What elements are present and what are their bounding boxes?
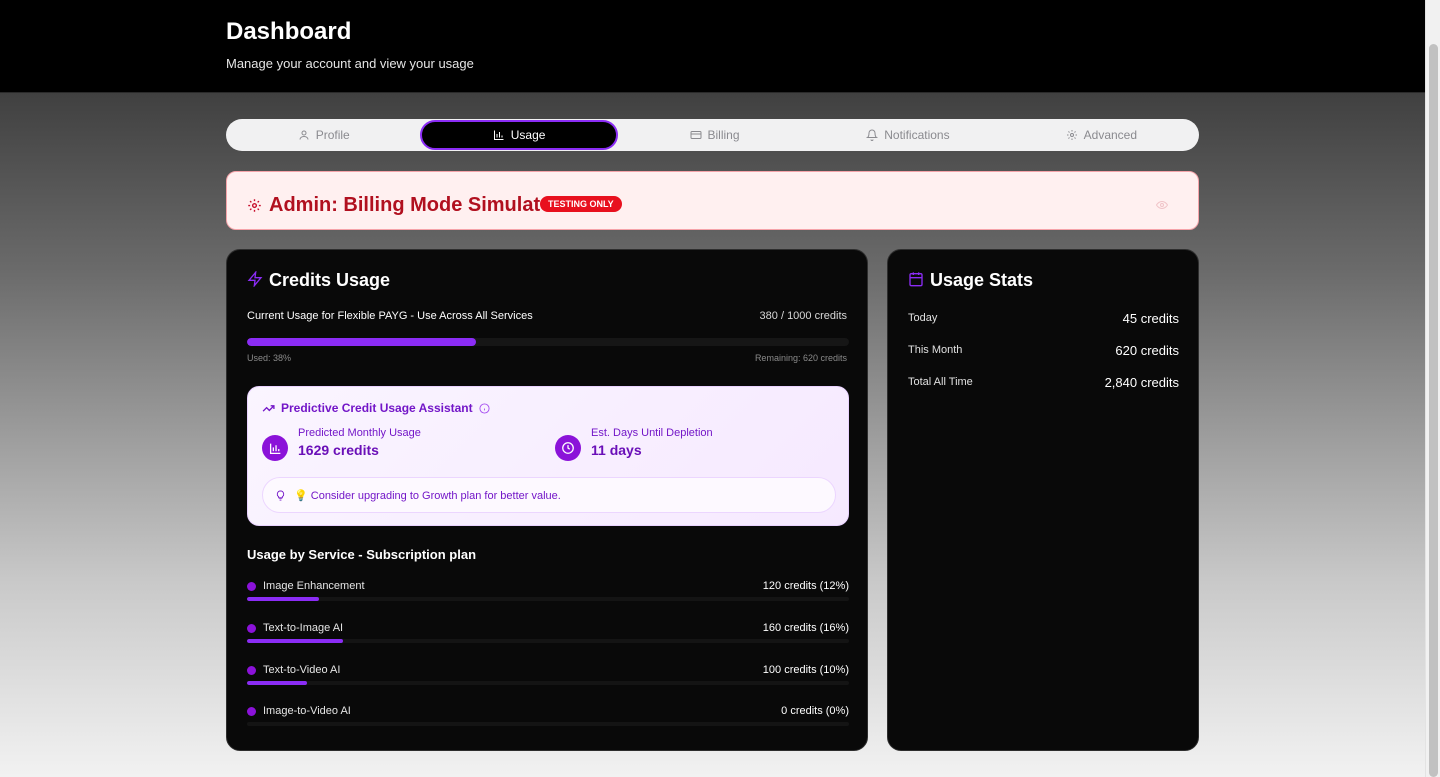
tab-notifications[interactable]: Notifications bbox=[811, 120, 1004, 150]
service-dot bbox=[247, 582, 256, 591]
stat-value: 45 credits bbox=[1122, 311, 1179, 326]
credits-usage-card: Credits Usage Current Usage for Flexible… bbox=[226, 249, 868, 751]
service-value: 0 credits (0%) bbox=[781, 705, 849, 717]
service-progress-bar bbox=[247, 597, 849, 601]
est-days-until-depletion: Est. Days Until Depletion 11 days bbox=[555, 427, 713, 461]
gear-icon bbox=[1066, 130, 1077, 140]
upgrade-tip: 💡 Consider upgrading to Growth plan for … bbox=[262, 477, 836, 513]
service-progress-bar bbox=[247, 722, 849, 726]
trending-up-icon bbox=[262, 404, 275, 412]
admin-title: Admin: Billing Mode Simulator bbox=[269, 194, 561, 216]
service-dot bbox=[247, 707, 256, 716]
clock-icon bbox=[562, 442, 574, 454]
credits-usage-title: Credits Usage bbox=[269, 270, 391, 290]
metric-label: Est. Days Until Depletion bbox=[591, 427, 713, 439]
scrollbar-thumb[interactable] bbox=[1429, 44, 1438, 777]
tab-profile[interactable]: Profile bbox=[227, 120, 420, 150]
service-name: Text-to-Video AI bbox=[263, 664, 341, 676]
credits-progress-bar bbox=[247, 338, 849, 346]
admin-billing-simulator: Admin: Billing Mode Simulator TESTING ON… bbox=[226, 171, 1199, 230]
predicted-monthly-usage: Predicted Monthly Usage 1629 credits bbox=[262, 427, 421, 461]
eye-icon[interactable] bbox=[1156, 199, 1168, 211]
metric-value: 11 days bbox=[591, 442, 642, 458]
metric-label: Predicted Monthly Usage bbox=[298, 427, 421, 439]
tab-usage[interactable]: Usage bbox=[420, 120, 618, 150]
stat-value: 620 credits bbox=[1115, 343, 1179, 358]
lightning-icon bbox=[247, 271, 263, 287]
usage-stats-title: Usage Stats bbox=[930, 270, 1034, 290]
testing-only-badge: TESTING ONLY bbox=[540, 196, 622, 212]
remaining-credits: Remaining: 620 credits bbox=[754, 353, 847, 363]
predictive-assistant-panel: Predictive Credit Usage Assistant Predic… bbox=[247, 386, 849, 526]
stat-label: Today bbox=[908, 312, 938, 324]
service-name: Text-to-Image AI bbox=[263, 622, 344, 634]
stat-label: This Month bbox=[908, 344, 963, 356]
tip-text: 💡 Consider upgrading to Growth plan for … bbox=[294, 489, 561, 502]
service-progress-bar bbox=[247, 681, 849, 685]
metric-value: 1629 credits bbox=[298, 442, 379, 458]
page-title: Dashboard bbox=[226, 18, 352, 45]
stat-label: Total All Time bbox=[908, 376, 973, 388]
tab-advanced[interactable]: Advanced bbox=[1005, 120, 1198, 150]
usage-stats-card: Usage Stats Today 45 credits This Month … bbox=[887, 249, 1199, 751]
usage-amount: 380 / 1000 credits bbox=[759, 310, 847, 322]
tab-label: Notifications bbox=[884, 128, 950, 142]
service-value: 100 credits (10%) bbox=[762, 664, 849, 676]
tab-billing[interactable]: Billing bbox=[618, 120, 811, 150]
predictive-assistant-title: Predictive Credit Usage Assistant bbox=[281, 401, 473, 415]
user-icon bbox=[299, 130, 309, 140]
bell-icon bbox=[866, 129, 879, 141]
tab-label: Billing bbox=[707, 128, 740, 142]
tab-bar: Profile Usage Billing Notifications Adva… bbox=[226, 119, 1199, 151]
tab-label: Profile bbox=[315, 128, 350, 142]
credits-progress-fill bbox=[247, 338, 476, 346]
service-progress-bar bbox=[247, 639, 849, 643]
used-percentage: Used: 38% bbox=[247, 353, 292, 363]
usage-by-service-title: Usage by Service - Subscription plan bbox=[247, 547, 477, 562]
service-name: Image-to-Video AI bbox=[263, 705, 351, 717]
service-value: 120 credits (12%) bbox=[762, 580, 849, 592]
page-subtitle: Manage your account and view your usage bbox=[226, 56, 474, 71]
service-value: 160 credits (16%) bbox=[762, 622, 849, 634]
tab-label: Advanced bbox=[1083, 128, 1138, 142]
bar-chart-icon bbox=[269, 443, 280, 454]
page-header: Dashboard Manage your account and view y… bbox=[0, 0, 1425, 93]
bar-chart-icon bbox=[493, 130, 504, 140]
gear-icon bbox=[248, 199, 261, 212]
credit-card-icon bbox=[690, 131, 701, 139]
service-dot bbox=[247, 624, 256, 633]
service-dot bbox=[247, 666, 256, 675]
calendar-icon bbox=[909, 272, 923, 287]
usage-label: Current Usage for Flexible PAYG - Use Ac… bbox=[247, 310, 533, 322]
info-icon[interactable] bbox=[479, 402, 490, 414]
tab-label: Usage bbox=[510, 128, 546, 142]
stat-value: 2,840 credits bbox=[1104, 375, 1179, 390]
lightbulb-icon bbox=[276, 489, 285, 501]
service-name: Image Enhancement bbox=[263, 580, 365, 592]
